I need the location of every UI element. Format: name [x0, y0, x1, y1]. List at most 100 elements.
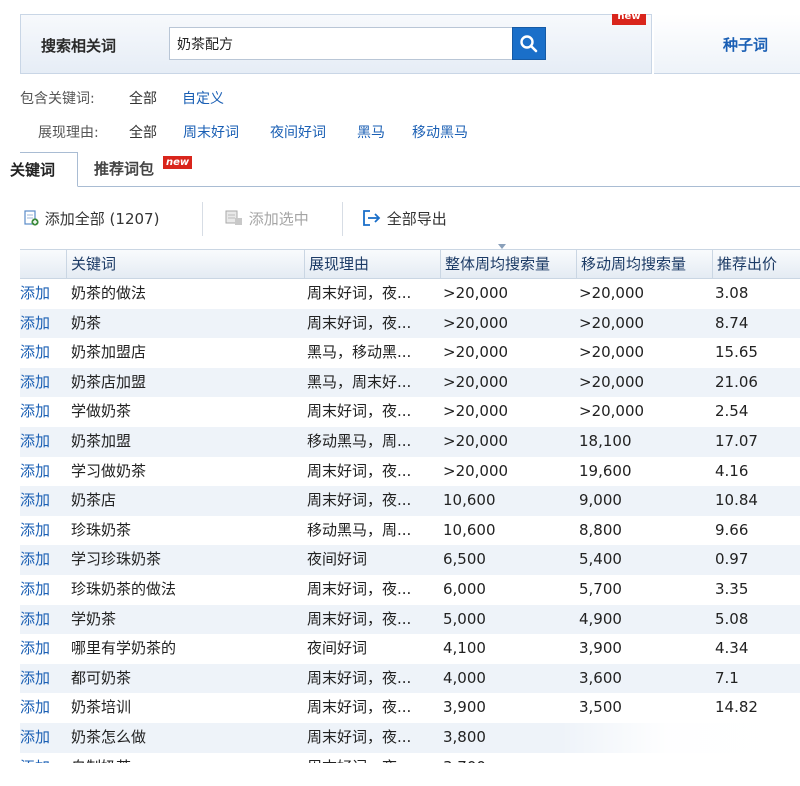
mobile-search-cell: 18,100 [579, 431, 632, 450]
column-header-total-search[interactable]: 整体周均搜索量 [440, 249, 576, 279]
add-keyword-link[interactable]: 添加 [20, 693, 68, 723]
column-header-reason[interactable]: 展现理由 [304, 249, 440, 279]
include-filter-label: 包含关键词: [20, 91, 95, 107]
bid-cell: 3.08 [715, 284, 749, 302]
add-keyword-link[interactable]: 添加 [20, 723, 68, 753]
reason-cell: 黑马，移动黑... [307, 343, 412, 362]
add-keyword-link[interactable]: 添加 [20, 545, 68, 575]
blur-overlay [560, 722, 800, 762]
total-search-cell: 3,900 [443, 698, 486, 717]
keyword-cell: 奶茶 [71, 313, 102, 332]
mobile-search-cell: >20,000 [579, 402, 645, 421]
table-row: 添加 学做奶茶 周末好词，夜... >20,000 >20,000 2.54 [20, 397, 800, 427]
search-input[interactable] [169, 27, 513, 60]
sort-arrow-icon [498, 244, 506, 249]
add-selected-button[interactable]: 添加选中 [224, 208, 309, 230]
add-keyword-link[interactable]: 添加 [20, 309, 68, 339]
keyword-cell: 奶茶加盟 [71, 431, 132, 450]
total-search-cell: 3,800 [443, 727, 486, 746]
table-row: 添加 珍珠奶茶的做法 周末好词，夜... 6,000 5,700 3.35 [20, 575, 800, 605]
add-keyword-link[interactable]: 添加 [20, 486, 68, 516]
keyword-cell: 奶茶的做法 [71, 284, 147, 302]
reason-cell: 周末好词，夜... [307, 461, 412, 480]
search-header: 搜索相关词 [20, 14, 652, 74]
total-search-cell: 5,000 [443, 609, 486, 628]
mobile-search-cell: 5,700 [579, 579, 622, 598]
add-all-button[interactable]: 添加全部 (1207) [22, 208, 159, 230]
table-row: 添加 奶茶培训 周末好词，夜... 3,900 3,500 14.82 [20, 693, 800, 723]
add-keyword-link[interactable]: 添加 [20, 605, 68, 635]
total-search-cell: >20,000 [443, 402, 509, 421]
column-header-keyword[interactable]: 关键词 [66, 249, 304, 279]
tab-keywords-label: 关键词 [10, 161, 56, 179]
mobile-search-cell: >20,000 [579, 343, 645, 362]
export-all-button[interactable]: 全部导出 [362, 208, 447, 230]
total-search-cell: 4,100 [443, 639, 486, 658]
keyword-cell: 珍珠奶茶的做法 [71, 579, 177, 598]
keyword-cell: 奶茶店加盟 [71, 372, 147, 391]
bottom-edge [0, 763, 800, 786]
tab-keywords[interactable]: 关键词 [10, 152, 78, 187]
keyword-cell: 学奶茶 [71, 609, 117, 628]
table-row: 添加 奶茶店加盟 黑马，周末好... >20,000 >20,000 21.06 [20, 367, 800, 398]
add-keyword-link[interactable]: 添加 [20, 397, 68, 427]
reason-cell: 周末好词，夜... [307, 727, 412, 746]
mobile-search-cell: 3,500 [579, 698, 622, 717]
reason-filter-all[interactable]: 全部 [129, 122, 157, 142]
tab-bar: 关键词 推荐词包 [10, 152, 800, 187]
add-keyword-link[interactable]: 添加 [20, 516, 68, 546]
export-icon [363, 210, 381, 226]
table-row: 添加 学习珍珠奶茶 夜间好词 6,500 5,400 0.97 [20, 545, 800, 575]
column-header-bid[interactable]: 推荐出价 [712, 249, 800, 279]
table-row: 添加 奶茶 周末好词，夜... >20,000 >20,000 8.74 [20, 308, 800, 339]
reason-filter-darkhorse[interactable]: 黑马 [357, 122, 385, 142]
column-header-mobile-search[interactable]: 移动周均搜索量 [576, 249, 712, 279]
mobile-search-cell: 4,900 [579, 609, 622, 628]
reason-filter-label: 展现理由: [38, 125, 99, 141]
bid-cell: 3.35 [715, 579, 749, 598]
add-keyword-link[interactable]: 添加 [20, 279, 68, 309]
add-keyword-link[interactable]: 添加 [20, 457, 68, 487]
total-search-cell: 6,500 [443, 550, 486, 569]
add-keyword-link[interactable]: 添加 [20, 427, 68, 457]
reason-cell: 周末好词，夜... [307, 698, 412, 717]
seed-word-tab[interactable]: 种子词 [723, 34, 768, 55]
add-keyword-link[interactable]: 添加 [20, 634, 68, 664]
bid-cell: 14.82 [715, 698, 758, 717]
reason-filter-night[interactable]: 夜间好词 [270, 122, 326, 142]
reason-filter-weekend[interactable]: 周末好词 [183, 122, 239, 142]
table-row: 添加 哪里有学奶茶的 夜间好词 4,100 3,900 4.34 [20, 634, 800, 664]
total-search-cell: >20,000 [443, 284, 509, 302]
mobile-search-cell: 19,600 [579, 461, 632, 480]
bid-cell: 5.08 [715, 609, 749, 628]
add-keyword-link[interactable]: 添加 [20, 664, 68, 694]
bid-cell: 21.06 [715, 372, 758, 391]
reason-cell: 夜间好词 [307, 639, 368, 658]
total-search-cell: 4,000 [443, 668, 486, 687]
bid-cell: 15.65 [715, 343, 758, 362]
search-button[interactable] [512, 27, 546, 60]
include-filter-custom[interactable]: 自定义 [182, 88, 224, 108]
total-search-cell: >20,000 [443, 461, 509, 480]
reason-cell: 夜间好词 [307, 550, 368, 569]
reason-cell: 移动黑马，周... [307, 520, 412, 539]
keyword-cell: 学习珍珠奶茶 [71, 550, 162, 569]
bid-cell: 4.34 [715, 639, 749, 658]
reason-filter-mobile-darkhorse[interactable]: 移动黑马 [412, 122, 468, 142]
add-selected-icon [225, 210, 242, 225]
keyword-cell: 奶茶培训 [71, 698, 132, 717]
keyword-cell: 珍珠奶茶 [71, 520, 132, 539]
add-keyword-link[interactable]: 添加 [20, 575, 68, 605]
add-selected-label: 添加选中 [248, 210, 309, 228]
reason-cell: 周末好词，夜... [307, 668, 412, 687]
add-keyword-link[interactable]: 添加 [20, 338, 68, 368]
tab-recommended-packs[interactable]: 推荐词包 [94, 152, 154, 186]
total-search-cell: >20,000 [443, 372, 509, 391]
keyword-cell: 都可奶茶 [71, 668, 132, 687]
bid-cell: 7.1 [715, 668, 739, 687]
table-row: 添加 奶茶加盟 移动黑马，周... >20,000 18,100 17.07 [20, 426, 800, 457]
bid-cell: 10.84 [715, 491, 758, 510]
include-filter-all[interactable]: 全部 [129, 88, 157, 108]
add-keyword-link[interactable]: 添加 [20, 368, 68, 398]
export-all-label: 全部导出 [386, 210, 447, 228]
